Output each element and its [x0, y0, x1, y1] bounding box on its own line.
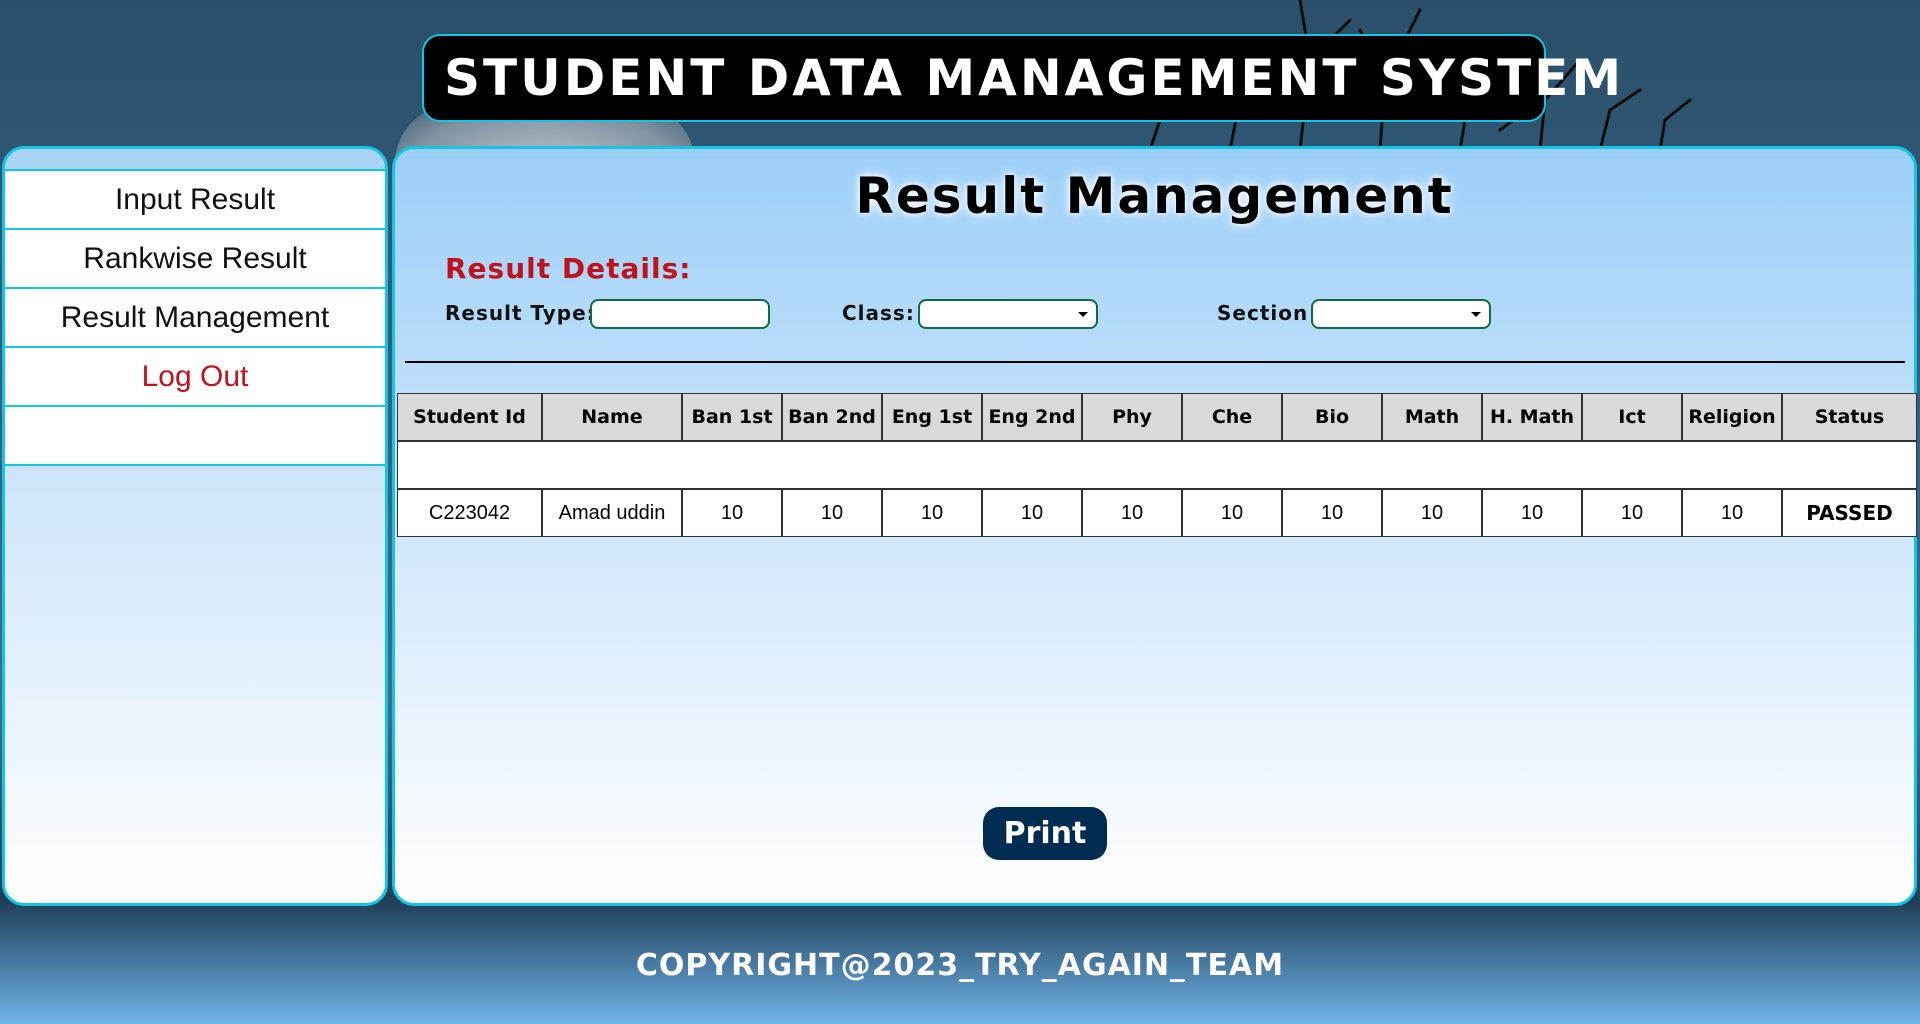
- app-title: STUDENT DATA MANAGEMENT SYSTEM: [444, 49, 1625, 107]
- column-header-phy: Phy: [1082, 393, 1182, 441]
- column-header-bio: Bio: [1282, 393, 1382, 441]
- cell-ban-1st: 10: [682, 489, 782, 537]
- cell-student-id: C223042: [397, 489, 542, 537]
- result-details-label: Result Details:: [445, 252, 692, 285]
- sidebar-item-label: Input Result: [114, 182, 276, 216]
- sidebar-top-bar: [5, 149, 385, 169]
- column-header-name: Name: [542, 393, 682, 441]
- result-type-label: Result Type:: [445, 301, 596, 325]
- table-row[interactable]: C223042 Amad uddin 10 10 10 10 10 10 10 …: [397, 489, 1917, 537]
- status-badge: PASSED: [1782, 489, 1917, 537]
- sidebar-item-label: Log Out: [141, 359, 249, 393]
- print-button[interactable]: Print: [983, 807, 1107, 860]
- sidebar-item-label: Result Management: [60, 300, 330, 334]
- cell-religion: 10: [1682, 489, 1782, 537]
- cell-che: 10: [1182, 489, 1282, 537]
- section-select[interactable]: [1311, 299, 1491, 329]
- sidebar-item-rankwise-result[interactable]: Rankwise Result: [5, 228, 385, 287]
- cell-phy: 10: [1082, 489, 1182, 537]
- column-header-h-math: H. Math: [1482, 393, 1582, 441]
- sidebar-item-input-result[interactable]: Input Result: [5, 169, 385, 228]
- sidebar-item-result-management[interactable]: Result Management: [5, 287, 385, 346]
- sidebar-item-log-out[interactable]: Log Out: [5, 346, 385, 405]
- column-header-ban-2nd: Ban 2nd: [782, 393, 882, 441]
- sidebar: Input Result Rankwise Result Result Mana…: [2, 146, 388, 906]
- column-header-religion: Religion: [1682, 393, 1782, 441]
- section-label: Section: [1217, 301, 1309, 325]
- cell-ict: 10: [1582, 489, 1682, 537]
- main-panel: Result Management Result Details: Result…: [392, 146, 1917, 906]
- class-select[interactable]: [918, 299, 1098, 329]
- column-header-eng-2nd: Eng 2nd: [982, 393, 1082, 441]
- page-title: Result Management: [855, 167, 1454, 225]
- result-type-input[interactable]: [590, 299, 770, 329]
- cell-math: 10: [1382, 489, 1482, 537]
- sidebar-item-empty[interactable]: [5, 405, 385, 466]
- cell-name: Amad uddin: [542, 489, 682, 537]
- column-header-ban-1st: Ban 1st: [682, 393, 782, 441]
- column-header-student-id: Student Id: [397, 393, 542, 441]
- sidebar-item-label: Rankwise Result: [83, 241, 307, 275]
- column-header-eng-1st: Eng 1st: [882, 393, 982, 441]
- cell-bio: 10: [1282, 489, 1382, 537]
- cell-eng-1st: 10: [882, 489, 982, 537]
- chevron-down-icon: [1078, 312, 1088, 317]
- footer-copyright: COPYRIGHT@2023_TRY_AGAIN_TEAM: [635, 948, 1285, 983]
- column-header-ict: Ict: [1582, 393, 1682, 441]
- cell-h-math: 10: [1482, 489, 1582, 537]
- table-header-row: Student Id Name Ban 1st Ban 2nd Eng 1st …: [397, 393, 1917, 441]
- cell-ban-2nd: 10: [782, 489, 882, 537]
- cell-eng-2nd: 10: [982, 489, 1082, 537]
- column-header-status: Status: [1782, 393, 1917, 441]
- column-header-che: Che: [1182, 393, 1282, 441]
- table-spacer-row: [397, 441, 1917, 489]
- results-table: Student Id Name Ban 1st Ban 2nd Eng 1st …: [397, 393, 1917, 537]
- class-label: Class:: [842, 301, 915, 325]
- divider: [405, 361, 1905, 363]
- column-header-math: Math: [1382, 393, 1482, 441]
- app-header: STUDENT DATA MANAGEMENT SYSTEM: [422, 34, 1621, 122]
- chevron-down-icon: [1471, 312, 1481, 317]
